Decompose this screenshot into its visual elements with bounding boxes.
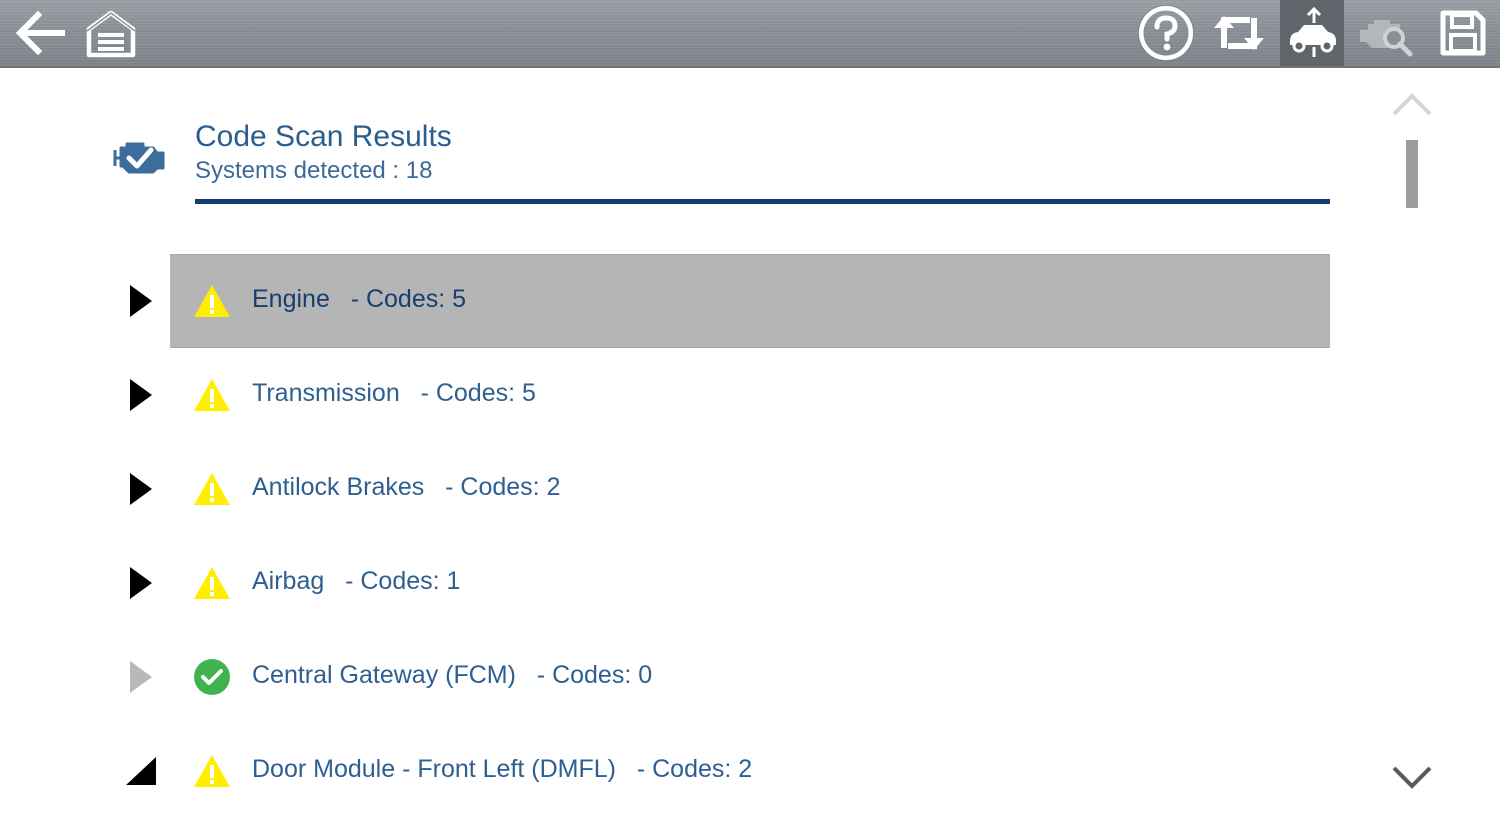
help-icon xyxy=(1138,5,1194,61)
home-button[interactable] xyxy=(80,0,142,66)
vehicle-connect-button[interactable] xyxy=(1280,0,1344,66)
expanded-arrow-icon[interactable] xyxy=(124,751,160,791)
expand-arrow-icon[interactable] xyxy=(124,563,160,603)
page-title: Code Scan Results xyxy=(195,120,452,153)
back-button[interactable] xyxy=(6,0,70,66)
system-label: Transmission - Codes: 5 xyxy=(252,379,536,408)
system-row-central-gateway[interactable]: Central Gateway (FCM) - Codes: 0 xyxy=(0,630,1360,724)
refresh-swap-icon xyxy=(1214,16,1264,50)
expand-arrow-icon[interactable] xyxy=(124,281,160,321)
code-count: - Codes: 1 xyxy=(345,567,461,595)
warning-icon xyxy=(194,755,230,787)
code-count: - Codes: 2 xyxy=(636,755,753,783)
system-label: Central Gateway (FCM) - Codes: 0 xyxy=(252,661,652,690)
systems-detected-count: Systems detected : 18 xyxy=(195,157,433,184)
scrollbar-thumb[interactable] xyxy=(1406,140,1418,208)
vehicle-search-button[interactable] xyxy=(1352,0,1418,66)
code-count: - Codes: 5 xyxy=(420,379,536,407)
system-row-airbag[interactable]: Airbag - Codes: 1 xyxy=(0,536,1360,630)
system-row-door-module-front-left[interactable]: Door Module - Front Left (DMFL) - Codes:… xyxy=(0,724,1360,818)
help-button[interactable] xyxy=(1134,0,1198,66)
warning-icon xyxy=(194,379,230,411)
system-label: Airbag - Codes: 1 xyxy=(252,567,460,596)
system-row-antilock-brakes[interactable]: Antilock Brakes - Codes: 2 xyxy=(0,442,1360,536)
system-name: Antilock Brakes xyxy=(252,473,425,501)
back-arrow-icon xyxy=(15,10,65,56)
warning-icon xyxy=(194,473,230,505)
system-name: Central Gateway (FCM) xyxy=(252,661,516,689)
save-button[interactable] xyxy=(1430,0,1496,66)
engine-check-icon xyxy=(113,142,165,174)
warning-icon xyxy=(194,567,230,599)
code-count: - Codes: 0 xyxy=(536,661,653,689)
save-icon xyxy=(1440,10,1486,56)
system-name: Airbag xyxy=(252,567,325,595)
check-ok-icon xyxy=(194,659,230,695)
refresh-button[interactable] xyxy=(1206,0,1272,66)
system-name: Transmission xyxy=(252,379,400,407)
system-name: Door Module - Front Left (DMFL) xyxy=(252,755,616,783)
vehicle-search-icon xyxy=(1360,20,1413,57)
expand-arrow-disabled-icon xyxy=(130,661,152,693)
expand-arrow-icon[interactable] xyxy=(124,469,160,509)
system-row-engine[interactable]: Engine - Codes: 5 xyxy=(0,254,1360,348)
title-underline xyxy=(195,199,1330,204)
code-count: - Codes: 5 xyxy=(350,285,467,313)
expand-arrow-icon[interactable] xyxy=(124,375,160,415)
garage-home-icon xyxy=(86,10,136,58)
code-count: - Codes: 2 xyxy=(445,473,561,501)
system-name: Engine xyxy=(252,285,330,313)
vehicle-connect-icon xyxy=(1290,7,1336,57)
system-label: Engine - Codes: 5 xyxy=(252,285,466,314)
system-label: Antilock Brakes - Codes: 2 xyxy=(252,473,560,502)
scroll-down-chevron-icon[interactable] xyxy=(1390,764,1434,790)
warning-icon xyxy=(194,285,230,317)
scroll-up-chevron-icon[interactable] xyxy=(1390,92,1434,118)
system-label: Door Module - Front Left (DMFL) - Codes:… xyxy=(252,755,752,784)
top-toolbar xyxy=(0,0,1500,68)
system-row-transmission[interactable]: Transmission - Codes: 5 xyxy=(0,348,1360,442)
